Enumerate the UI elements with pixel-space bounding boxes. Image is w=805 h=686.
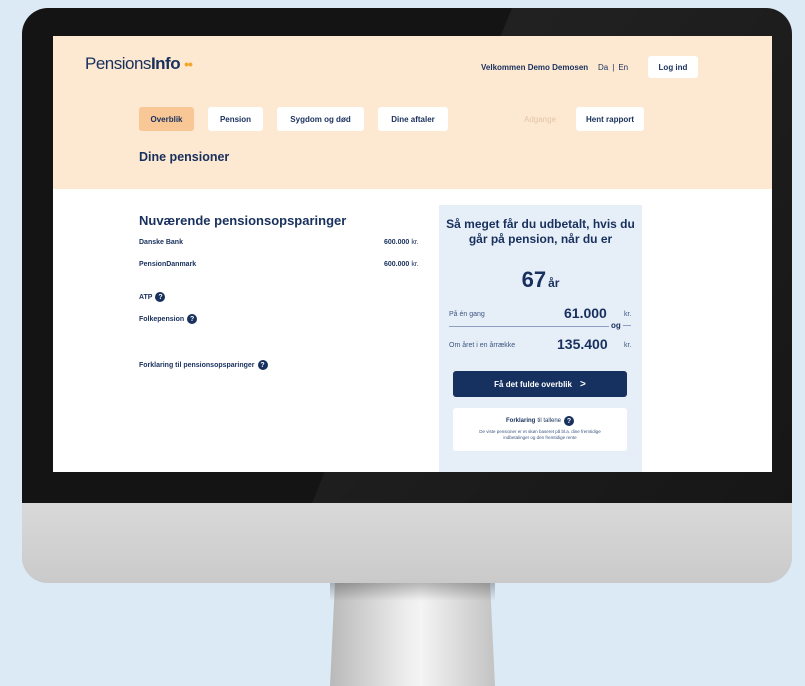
retirement-age: 67 år: [439, 267, 642, 293]
full-overview-label: Få det fulde overblik: [494, 379, 572, 389]
tab-pension[interactable]: Pension: [208, 107, 263, 131]
divider: [449, 326, 609, 327]
stand-shadow: [330, 583, 495, 601]
savings-row-label: PensionDanmark: [139, 261, 197, 268]
explain-help-icon[interactable]: ?: [564, 416, 575, 426]
explain-box: Forklaring til tallene ? De viste pensio…: [453, 408, 627, 451]
login-button[interactable]: Log ind: [648, 56, 698, 78]
page-title: Dine pensioner: [139, 150, 230, 164]
payout-panel: Så meget får du udbetalt, hvis du går på…: [439, 205, 642, 472]
screen: PensionsInfo •• Velkommen Demo Demosen Da…: [53, 36, 772, 472]
pensionsinfo-logo[interactable]: PensionsInfo ••: [85, 54, 193, 74]
chevron-right-icon: >: [579, 378, 586, 390]
logo-text: Pensions: [85, 54, 151, 73]
og-separator: og: [611, 321, 631, 330]
age-value: 67: [521, 267, 547, 292]
folkepension-help-icon[interactable]: ?: [187, 314, 198, 324]
welcome-text: Velkommen Demo Demosen: [481, 63, 589, 72]
savings-explain-help-icon[interactable]: ?: [257, 360, 268, 370]
hent-rapport-button[interactable]: Hent rapport: [576, 107, 644, 131]
atp-label: ATP: [139, 293, 153, 301]
savings-row-label: Danske Bank: [139, 239, 183, 246]
logo-text-bold: Info: [150, 54, 181, 73]
explain-title[interactable]: Forklaring til tallene ?: [453, 416, 627, 426]
tab-adgange: Adgange: [523, 114, 557, 124]
atp-row: ATP ?: [139, 292, 166, 302]
age-unit: år: [548, 276, 560, 290]
lang-en-link[interactable]: En: [618, 63, 628, 72]
folkepension-row: Folkepension ?: [139, 314, 198, 324]
savings-title: Nuværende pensionsopsparinger: [139, 213, 347, 228]
header: PensionsInfo •• Velkommen Demo Demosen Da…: [53, 36, 772, 189]
language-switch: Da | En: [598, 63, 628, 72]
explain-bold: Forklaring: [505, 418, 536, 424]
atp-help-icon[interactable]: ?: [155, 292, 166, 302]
monitor-chin: [22, 503, 792, 583]
lump-sum-value: 61.000: [564, 305, 607, 321]
currency-unit: kr.: [411, 239, 419, 246]
annual-unit: kr.: [624, 342, 632, 349]
lang-separator: |: [612, 63, 615, 72]
amount: 600.000: [384, 239, 410, 246]
payout-heading: Så meget får du udbetalt, hvis du går på…: [446, 217, 635, 246]
currency-unit: kr.: [411, 261, 419, 268]
amount: 600.000: [384, 261, 410, 268]
savings-explain-row[interactable]: Forklaring til pensionsopsparinger ?: [139, 360, 268, 370]
folkepension-label: Folkepension: [139, 315, 185, 323]
savings-row-value: 600.000 kr.: [384, 261, 419, 268]
annual-value: 135.400: [557, 336, 608, 352]
tab-sygdom-og-doed[interactable]: Sygdom og død: [277, 107, 364, 131]
tab-overblik[interactable]: Overblik: [139, 107, 194, 131]
savings-explain-link[interactable]: Forklaring til pensionsopsparinger: [139, 362, 255, 369]
explain-body: De viste pensioner er et skøn baseret på…: [479, 429, 601, 440]
explain-rest: til tallene: [537, 418, 562, 424]
lang-da-link[interactable]: Da: [598, 63, 608, 72]
annual-label: Om året i en årrække: [449, 342, 516, 349]
lump-sum-label: På én gang: [449, 311, 485, 318]
savings-row-value: 600.000 kr.: [384, 239, 419, 246]
lump-sum-unit: kr.: [624, 311, 632, 318]
full-overview-button[interactable]: Få det fulde overblik >: [453, 371, 627, 397]
logo-dots-icon: ••: [184, 56, 193, 72]
tab-dine-aftaler[interactable]: Dine aftaler: [378, 107, 448, 131]
